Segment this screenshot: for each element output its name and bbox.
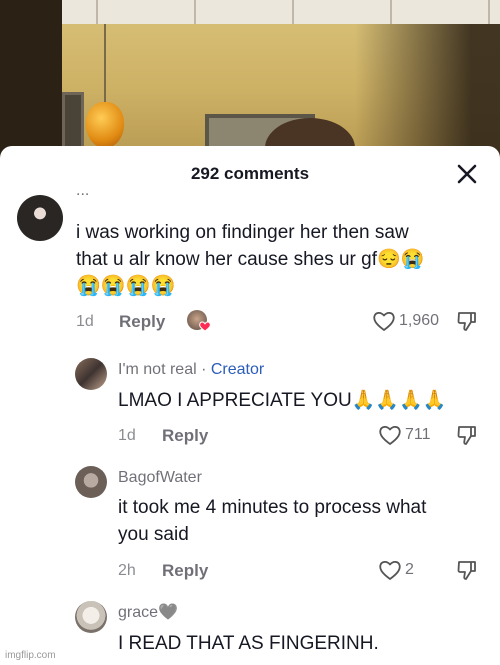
dislike-button[interactable] [456,559,478,586]
comment-text-line: it took me 4 minutes to process what [118,497,427,518]
comment-username[interactable]: I'm not real · Creator [118,361,264,379]
thumbs-down-icon [457,561,476,580]
heart-icon [199,321,211,332]
heart-outline-icon [379,426,401,445]
avatar[interactable] [75,358,107,390]
separator: · [201,361,207,378]
comment-emojis: 🙏🙏🙏🙏 [351,390,447,411]
comment-username[interactable]: ... [76,182,89,200]
username-emoji: 🖤 [158,604,178,621]
like-button[interactable]: 711 [378,424,431,446]
comment-text-line: that u alr know her cause shes ur gf😔😭 [76,246,486,273]
comment-text: LMAO I APPRECIATE YOU🙏🙏🙏🙏 [118,387,488,414]
comment-text-line: i was working on findinger her then saw [76,222,409,243]
thumbs-down-icon [457,312,476,331]
comment-text-segment: LMAO I APPRECIATE YOU [118,390,352,411]
sheet-header: 292 comments [0,146,500,200]
comment-username[interactable]: BagofWater [118,469,202,487]
creator-liked-avatar [187,310,211,332]
room-shadow [355,24,500,160]
watermark: imgflip.com [5,650,56,661]
comment-username[interactable]: grace🖤 [118,604,178,622]
comment-time: 2h [118,562,136,579]
like-count: 1,960 [399,312,440,329]
pendant-lamp [86,102,124,148]
dislike-button[interactable] [456,310,478,337]
like-count: 711 [405,426,431,443]
heart-outline-icon [379,561,401,580]
comment-emojis: 😔😭 [377,249,425,270]
heart-outline-icon [373,312,395,331]
comment-text-segment: that u alr know her cause shes ur gf [76,249,377,270]
comment-time: 1d [118,427,136,444]
close-icon[interactable] [456,163,478,185]
doorway-shadow [0,0,62,160]
video-background [0,0,500,160]
like-count: 2 [405,561,414,578]
avatar[interactable] [75,466,107,498]
avatar[interactable] [17,195,63,241]
creator-badge: Creator [210,361,265,378]
username-text: I'm not real [118,361,197,378]
lamp-cord [104,24,106,104]
thumbs-down-icon [457,426,476,445]
username-text: grace [118,604,159,621]
comment-time: 1d [76,313,94,330]
comment-text: it took me 4 minutes to process what you… [118,494,488,548]
comment-emojis: 😭😭😭😭 [76,275,176,297]
like-button[interactable]: 1,960 [372,310,439,332]
ceiling-tiles [0,0,500,24]
like-button[interactable]: 2 [378,559,414,581]
comment-text-line: you said [118,524,189,545]
comments-count-title: 292 comments [190,164,310,183]
dislike-button[interactable] [456,424,478,451]
reply-button[interactable]: Reply [162,561,208,581]
avatar[interactable] [75,601,107,633]
reply-button[interactable]: Reply [119,312,165,332]
comment-text: I READ THAT AS FINGERINH. [118,633,379,654]
reply-button[interactable]: Reply [162,426,208,446]
comment-text: i was working on findinger her then saw … [76,219,486,300]
